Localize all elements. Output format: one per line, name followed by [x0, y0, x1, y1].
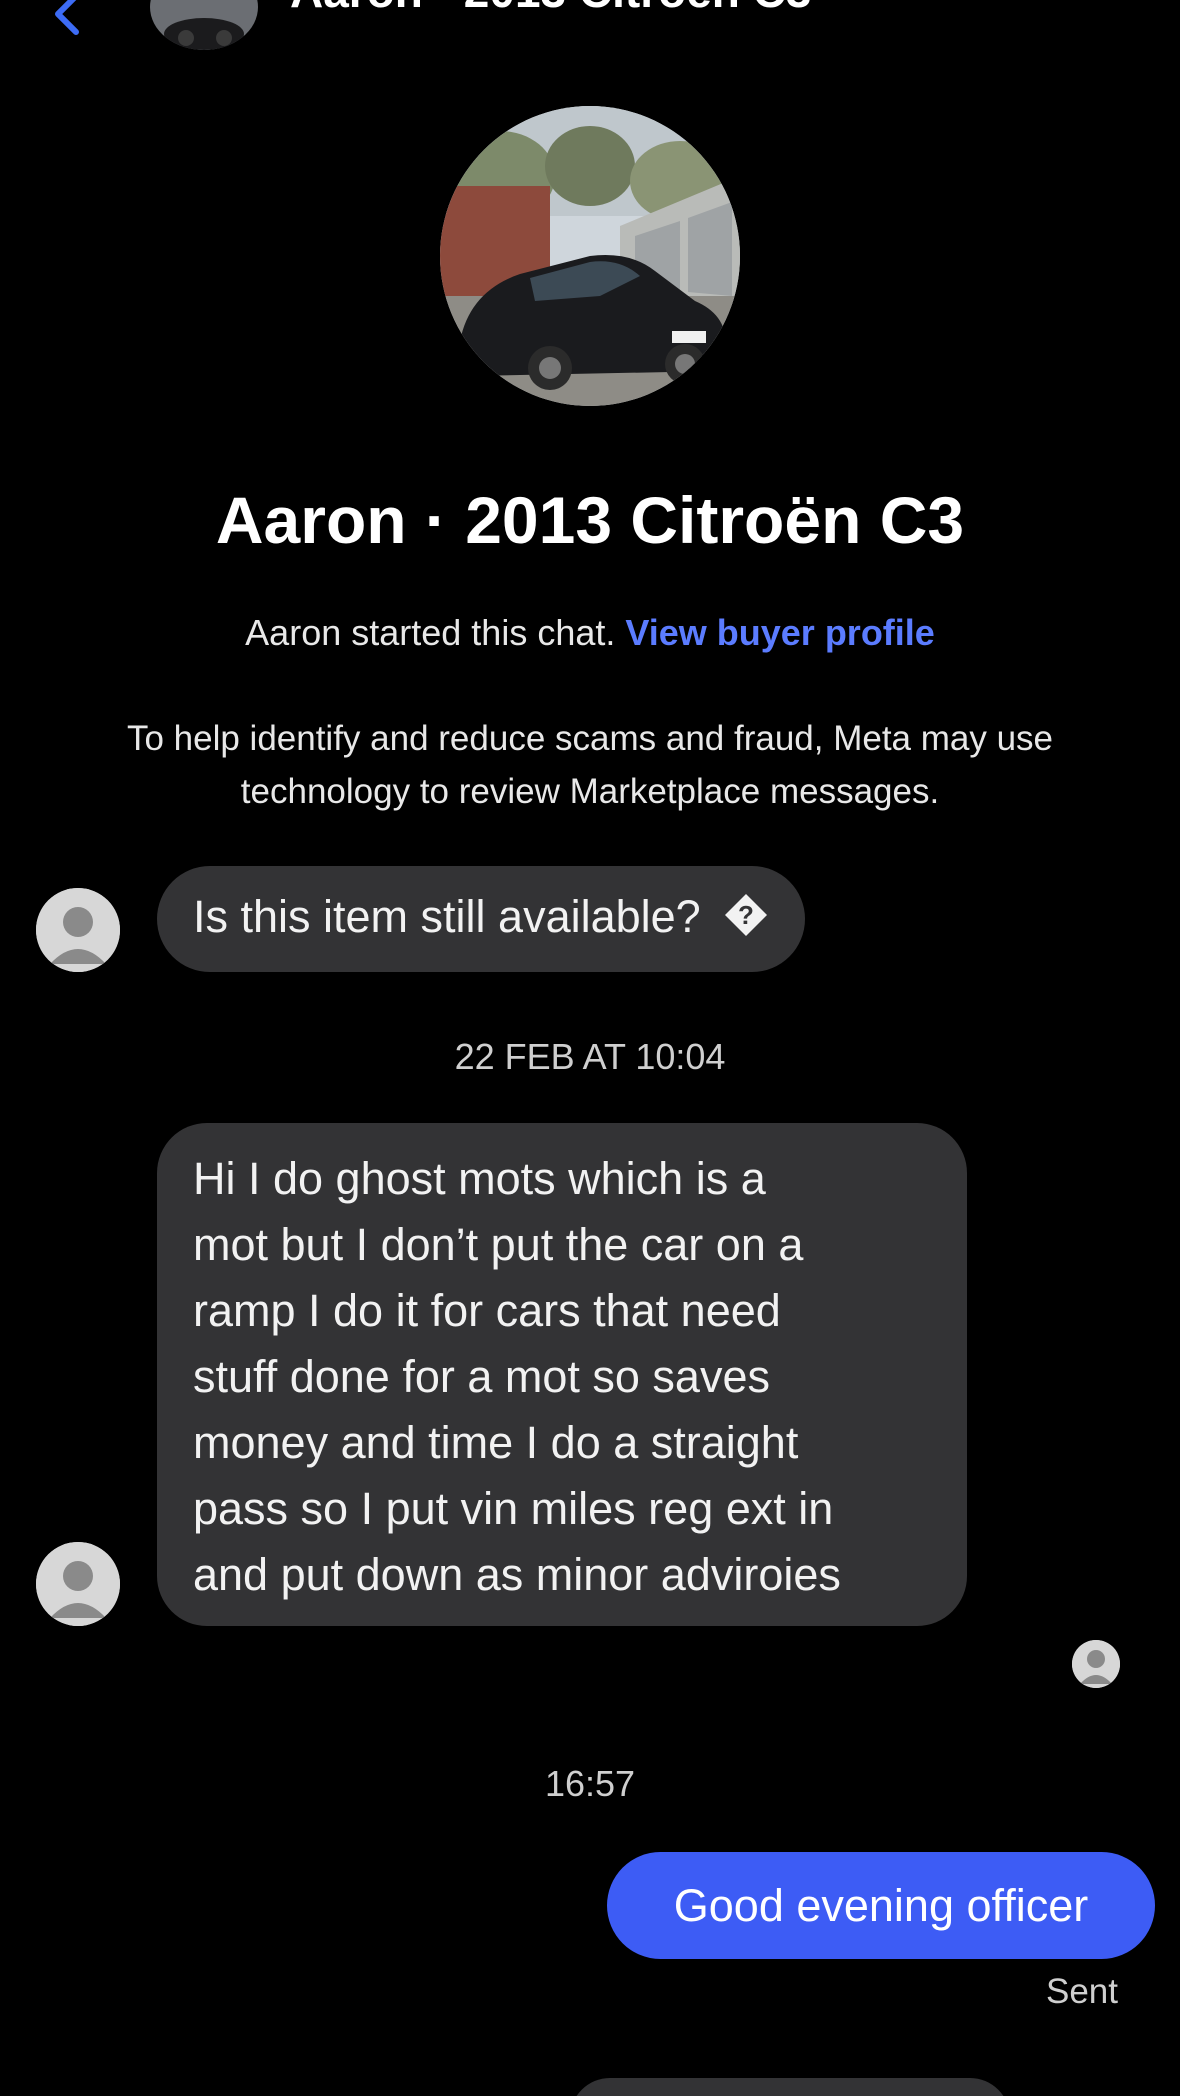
default-avatar-icon — [1072, 1640, 1120, 1688]
default-avatar-icon — [36, 888, 120, 972]
scam-notice: To help identify and reduce scams and fr… — [126, 719, 1054, 811]
listing-photo[interactable] — [440, 106, 740, 406]
header-title[interactable]: Aaron · 2013 Citroën C3 — [290, 0, 811, 18]
buyer-avatar[interactable] — [36, 888, 120, 972]
message-line: and put down as minor adviroies — [193, 1549, 841, 1600]
seen-indicator-avatar — [1072, 1640, 1120, 1688]
chat-header: Aaron · 2013 Citroën C3 — [0, 0, 1180, 54]
header-listing-thumbnail[interactable] — [150, 0, 258, 50]
question-diamond-icon[interactable]: ? — [723, 890, 769, 936]
message-line: mot but I don’t put the car on a — [193, 1219, 804, 1270]
message-bubble-incoming[interactable]: Is this item still available? ? — [157, 866, 806, 972]
chat-title: Aaron · 2013 Citroën C3 — [215, 483, 965, 557]
message-status: Sent — [1046, 1972, 1118, 2011]
message-line: money and time I do a straight — [193, 1417, 799, 1468]
message-line: ramp I do it for cars that need — [193, 1285, 781, 1336]
message-bubble-incoming[interactable]: Hi I do ghost mots which is a mot but I … — [157, 1123, 967, 1626]
message-line: stuff done for a mot so saves — [193, 1351, 770, 1402]
default-avatar-icon — [36, 1542, 120, 1626]
message-bubble-partial[interactable] — [570, 2078, 1010, 2096]
chat-started-text: Aaron started this chat. — [245, 612, 616, 653]
message-text: Is this item still available? — [193, 891, 701, 942]
message-bubble-outgoing[interactable]: Good evening officer — [607, 1852, 1155, 1959]
car-thumbnail-image — [150, 0, 258, 50]
message-timestamp: 16:57 — [544, 1763, 636, 1804]
message-timestamp: 22 FEB AT 10:04 — [454, 1036, 726, 1077]
message-line: Hi I do ghost mots which is a — [193, 1153, 766, 1204]
chevron-left-icon — [55, 0, 79, 35]
back-button[interactable] — [40, 0, 100, 44]
buyer-avatar[interactable] — [36, 1542, 120, 1626]
chat-started-line: Aaron started this chat. View buyer prof… — [0, 612, 1180, 654]
car-photo-image — [440, 106, 740, 406]
view-buyer-profile-link[interactable]: View buyer profile — [625, 612, 934, 653]
marketplace-chat-screen: Aaron · 2013 Citroën C3 Aaron started th… — [0, 0, 1180, 2096]
svg-text:?: ? — [738, 900, 754, 930]
message-line: pass so I put vin miles reg ext in — [193, 1483, 834, 1534]
